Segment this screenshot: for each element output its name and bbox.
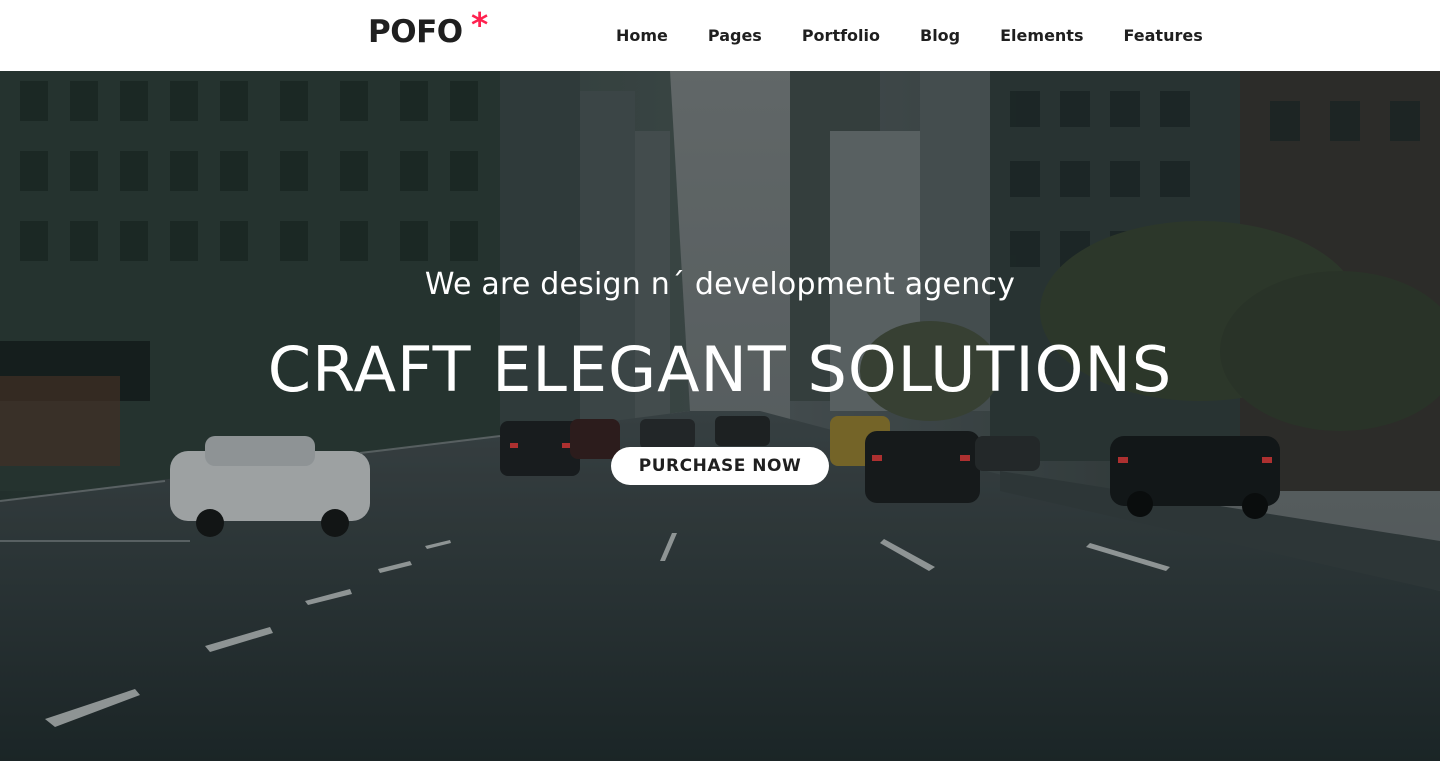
- nav-item-blog[interactable]: Blog: [900, 0, 980, 74]
- logo-text: POFO: [368, 14, 463, 50]
- hero-section: We are design n´ development agency CRAF…: [0, 71, 1440, 761]
- site-header: POFO * Home Pages Portfolio Blog Element…: [0, 0, 1440, 71]
- nav-item-features[interactable]: Features: [1103, 0, 1222, 74]
- main-nav: Home Pages Portfolio Blog Elements Featu…: [596, 0, 1223, 71]
- hero-overlay: [0, 71, 1440, 761]
- logo-asterisk-icon: *: [471, 5, 488, 44]
- hero-title: CRAFT ELEGANT SOLUTIONS: [267, 333, 1173, 406]
- nav-item-pages[interactable]: Pages: [688, 0, 782, 74]
- nav-item-elements[interactable]: Elements: [980, 0, 1103, 74]
- purchase-now-button[interactable]: PURCHASE NOW: [611, 447, 829, 485]
- hero-subtitle: We are design n´ development agency: [424, 267, 1016, 302]
- logo[interactable]: POFO *: [368, 8, 488, 50]
- nav-item-portfolio[interactable]: Portfolio: [782, 0, 900, 74]
- nav-item-home[interactable]: Home: [596, 0, 688, 74]
